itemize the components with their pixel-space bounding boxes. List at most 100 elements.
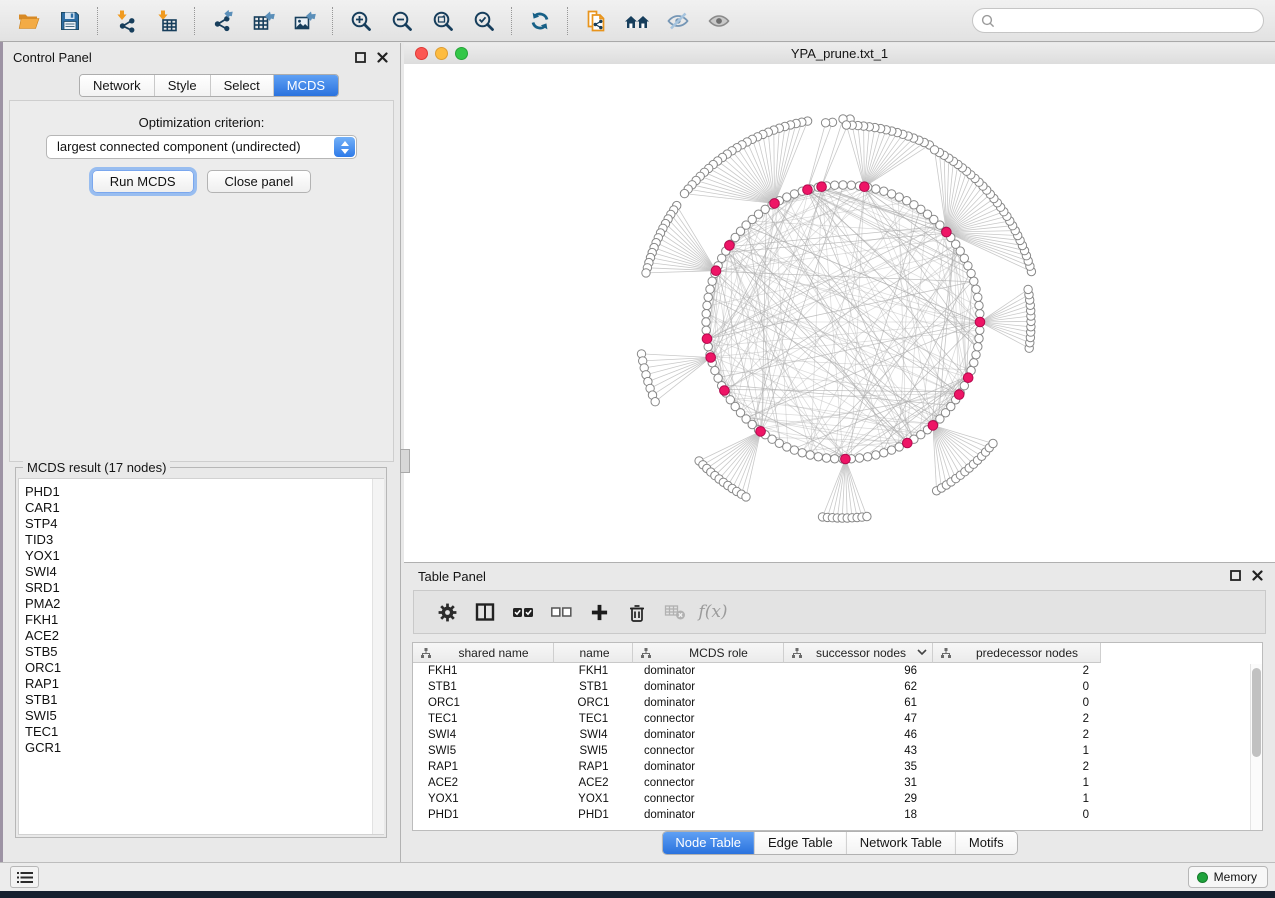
mcds-result-item[interactable]: STB1 [19,692,383,708]
memory-button[interactable]: Memory [1188,866,1268,888]
network-window: YPA_prune.txt_1 [404,43,1275,562]
delete-table-button[interactable] [656,603,694,621]
export-image-button[interactable] [284,4,325,38]
float-panel-icon[interactable] [1230,570,1241,581]
minimize-window-button[interactable] [435,47,448,60]
result-scrollbar[interactable] [372,479,384,834]
task-history-button[interactable] [10,866,39,888]
table-row[interactable]: FKH1FKH1dominator962 [413,663,1262,679]
table-scrollbar-thumb[interactable] [1252,668,1261,757]
table-row[interactable]: STB1STB1dominator620 [413,679,1262,695]
tab-node-table[interactable]: Node Table [662,832,755,854]
mcds-result-item[interactable]: ACE2 [19,628,383,644]
table-cell: 2 [933,729,1101,741]
mcds-result-list[interactable]: PHD1CAR1STP4TID3YOX1SWI4SRD1PMA2FKH1ACE2… [18,478,384,835]
table-cell: 1 [933,777,1101,789]
mcds-result-item[interactable]: ORC1 [19,660,383,676]
mcds-result-item[interactable]: RAP1 [19,676,383,692]
float-panel-icon[interactable] [355,52,366,63]
mcds-result-item[interactable]: CAR1 [19,500,383,516]
table-row[interactable]: ORC1ORC1dominator610 [413,695,1262,711]
delete-column-button[interactable] [618,602,656,623]
show-all-button[interactable] [698,4,739,38]
function-builder-button[interactable]: f(x) [694,602,732,622]
tab-mcds[interactable]: MCDS [274,75,338,96]
hide-selected-button[interactable] [657,4,698,38]
table-row[interactable]: SWI5SWI5connector431 [413,743,1262,759]
optimization-criterion-select[interactable]: largest connected component (undirected) [46,135,357,159]
table-row[interactable]: ACE2ACE2connector311 [413,775,1262,791]
network-graph[interactable] [404,64,1275,562]
close-panel-icon[interactable] [1252,570,1263,581]
search-input[interactable] [1000,13,1255,29]
column-header-predecessor-nodes[interactable]: predecessor nodes [933,643,1101,663]
table-cell: 31 [784,777,933,789]
table-row[interactable]: TEC1TEC1connector472 [413,711,1262,727]
table-cell: 18 [784,809,933,821]
list-icon [17,871,33,884]
table-settings-button[interactable] [428,602,466,623]
import-table-icon [155,9,179,33]
save-button[interactable] [49,4,90,38]
mcds-result-item[interactable]: TID3 [19,532,383,548]
table-row[interactable]: RAP1RAP1dominator352 [413,759,1262,775]
mcds-result-item[interactable]: FKH1 [19,612,383,628]
tab-network-table[interactable]: Network Table [847,832,956,854]
export-network-button[interactable] [202,4,243,38]
network-canvas[interactable] [404,64,1275,562]
mcds-result-item[interactable]: GCR1 [19,740,383,756]
tab-style[interactable]: Style [155,75,211,96]
table-row[interactable]: PHD1PHD1dominator180 [413,807,1262,823]
column-header-name[interactable]: name [554,643,633,663]
zoom-in-button[interactable] [340,4,381,38]
export-table-button[interactable] [243,4,284,38]
import-table-button[interactable] [146,4,187,38]
mcds-result-item[interactable]: PMA2 [19,596,383,612]
mcds-result-item[interactable]: SRD1 [19,580,383,596]
panel-splitter-handle[interactable] [400,449,410,473]
table-row[interactable]: SWI4SWI4dominator462 [413,727,1262,743]
column-header-mcds-role[interactable]: MCDS role [633,643,784,663]
mcds-result-item[interactable]: SWI4 [19,564,383,580]
mcds-result-item[interactable]: YOX1 [19,548,383,564]
attribute-icon [940,647,952,659]
tab-network[interactable]: Network [80,75,155,96]
mcds-result-item[interactable]: STP4 [19,516,383,532]
tab-edge-table[interactable]: Edge Table [755,832,847,854]
dropdown-stepper-icon[interactable] [334,137,355,157]
run-mcds-button[interactable]: Run MCDS [92,170,194,193]
mcds-result-item[interactable]: TEC1 [19,724,383,740]
table-cell: ORC1 [413,697,554,709]
first-neighbors-button[interactable] [616,4,657,38]
add-column-button[interactable] [580,603,618,622]
zoom-selected-button[interactable] [463,4,504,38]
column-header-successor-nodes[interactable]: successor nodes [784,643,933,663]
tab-select[interactable]: Select [211,75,274,96]
mcds-result-item[interactable]: STB5 [19,644,383,660]
search-box[interactable] [972,8,1264,33]
zoom-fit-button[interactable] [422,4,463,38]
zoom-out-button[interactable] [381,4,422,38]
table-row[interactable]: YOX1YOX1connector291 [413,791,1262,807]
maximize-window-button[interactable] [455,47,468,60]
mcds-result-item[interactable]: SWI5 [19,708,383,724]
open-folder-button[interactable] [8,4,49,38]
duplicate-network-button[interactable] [575,4,616,38]
refresh-button[interactable] [519,4,560,38]
column-header-shared-name[interactable]: shared name [413,643,554,663]
application-window: Control Panel NetworkStyleSelectMCDS Opt… [0,0,1275,891]
deselect-all-button[interactable] [542,605,580,619]
table-scrollbar[interactable] [1250,664,1262,830]
select-all-button[interactable] [504,605,542,619]
table-cell: TEC1 [554,713,633,725]
mcds-result-item[interactable]: PHD1 [19,484,383,500]
network-window-titlebar[interactable]: YPA_prune.txt_1 [404,43,1275,65]
close-panel-button[interactable]: Close panel [207,170,312,193]
table-cell: ORC1 [554,697,633,709]
table-columns-button[interactable] [466,602,504,622]
import-network-button[interactable] [105,4,146,38]
tab-motifs[interactable]: Motifs [956,832,1017,854]
close-window-button[interactable] [415,47,428,60]
table-cell: 47 [784,713,933,725]
close-panel-icon[interactable] [377,52,388,63]
